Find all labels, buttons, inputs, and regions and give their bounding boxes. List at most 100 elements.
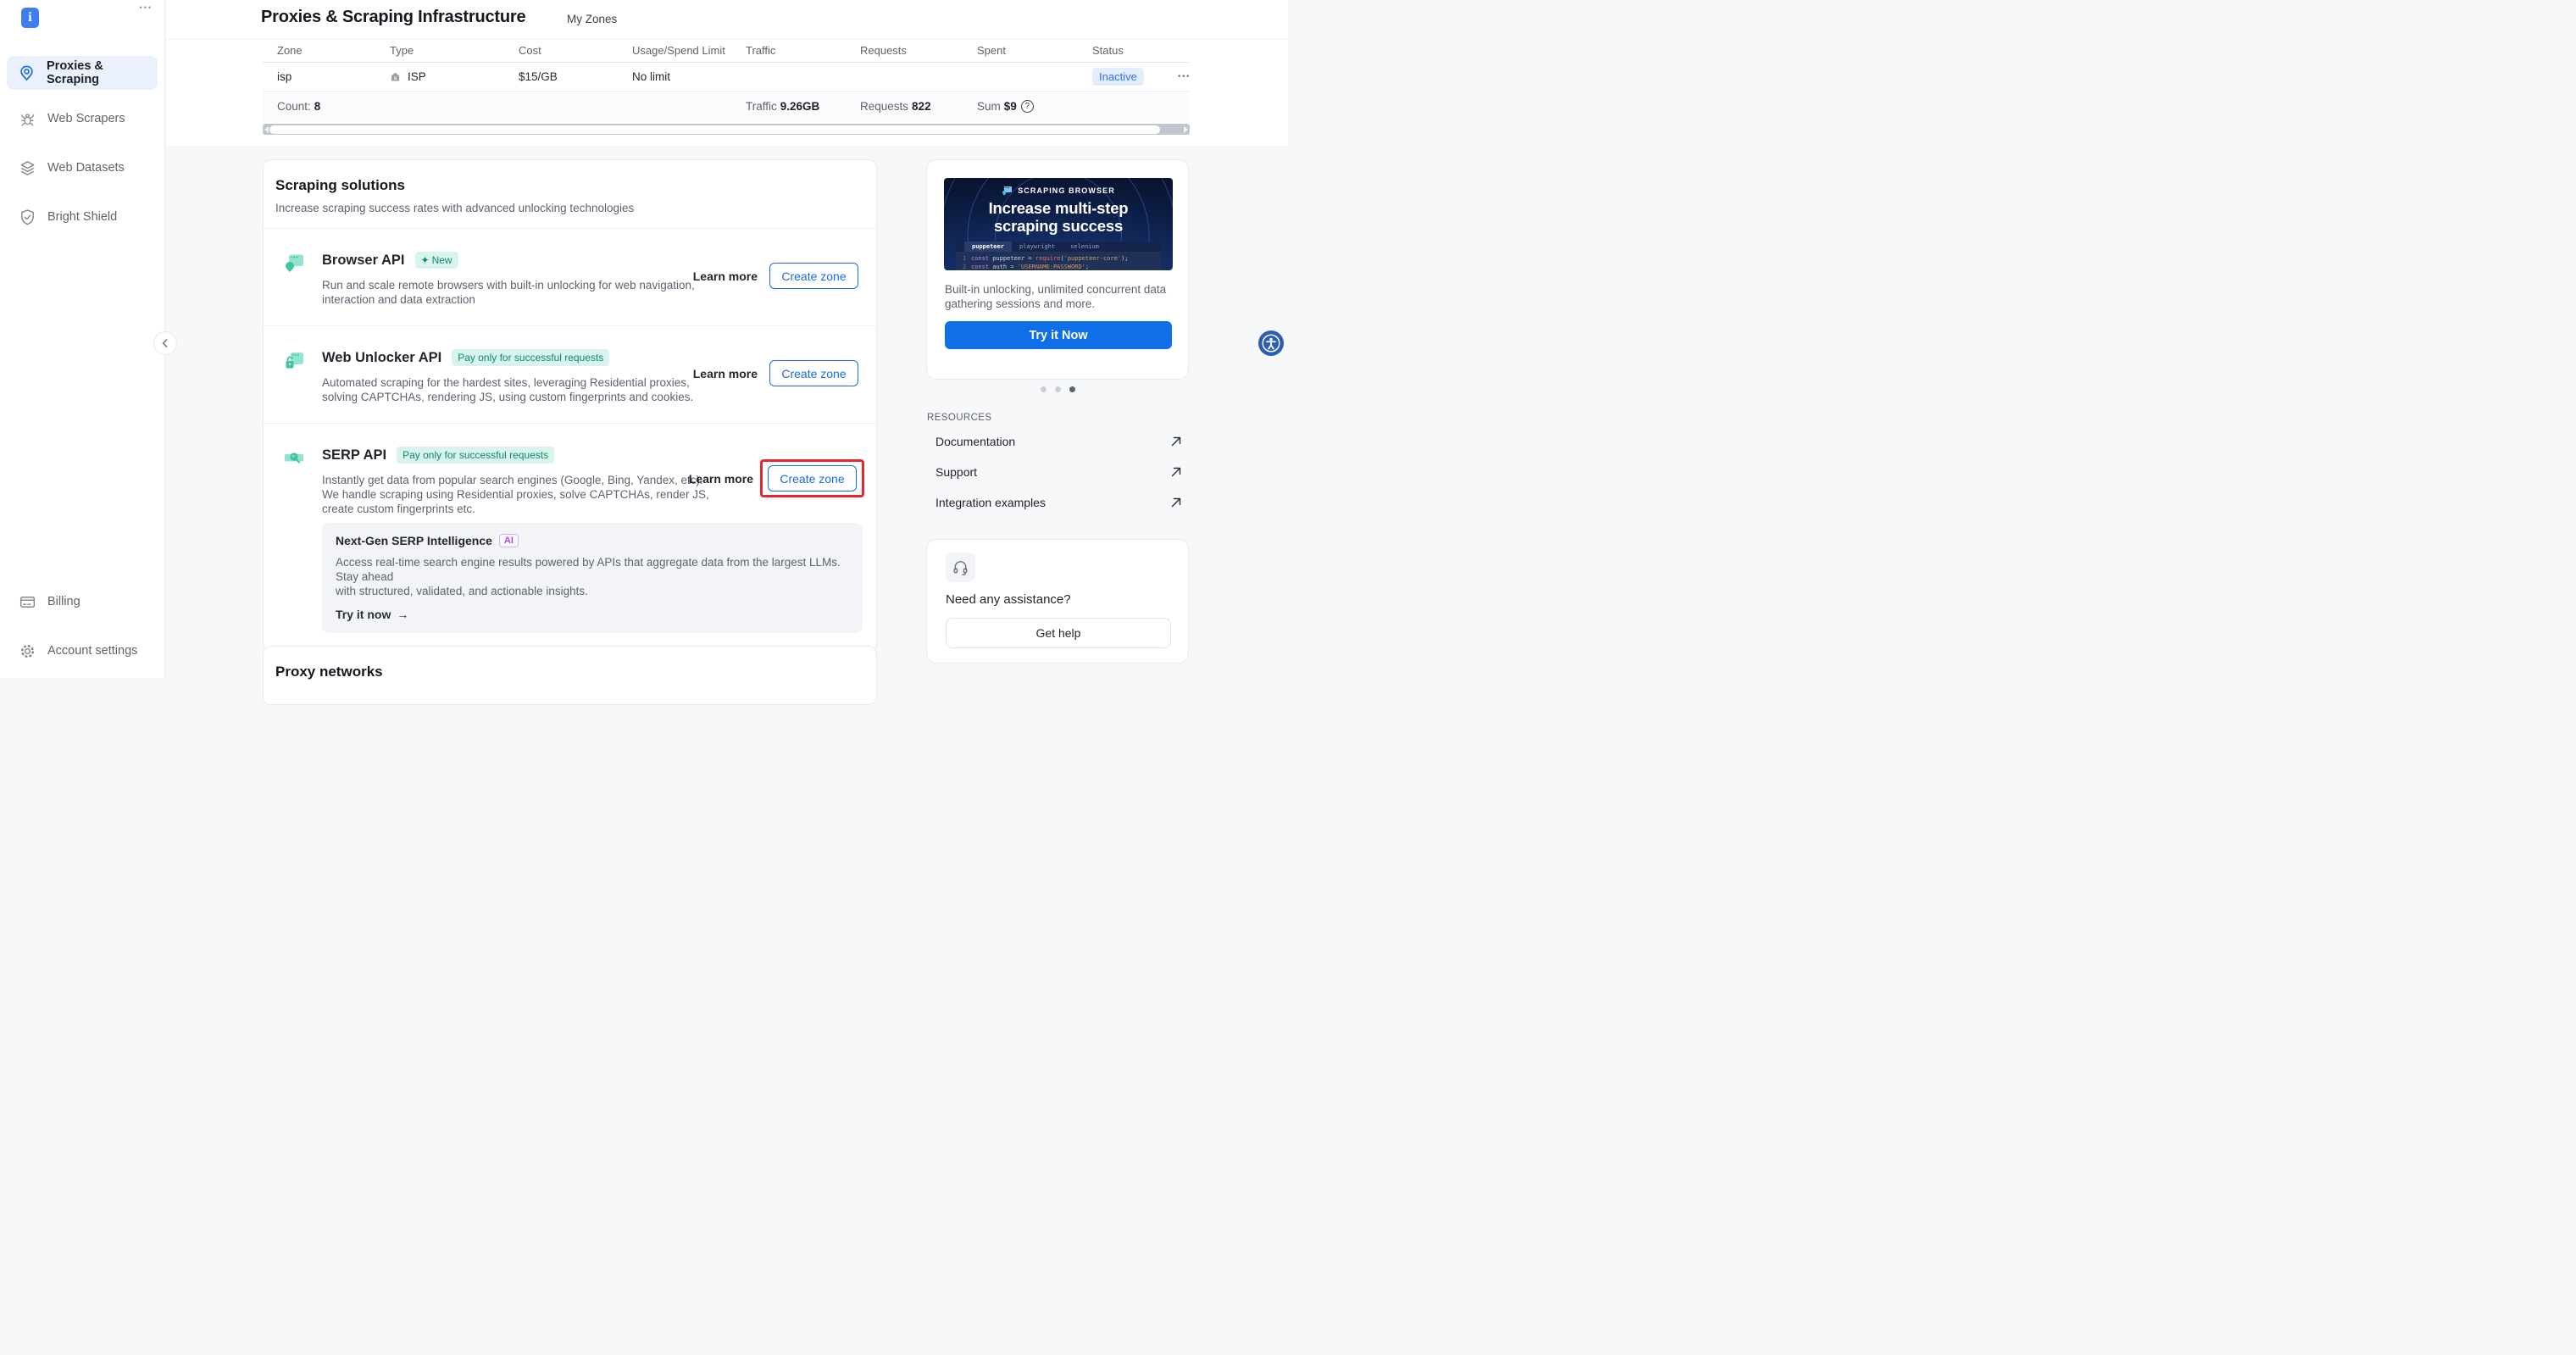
location-pin-icon — [18, 64, 36, 82]
scraping-browser-icon — [1002, 186, 1013, 196]
isp-house-icon: s — [390, 71, 401, 82]
learn-more-link[interactable]: Learn more — [689, 472, 753, 486]
sidebar-bottom-nav: Billing Account settings — [0, 585, 164, 668]
traffic-label: Traffic — [746, 100, 777, 113]
learn-more-link[interactable]: Learn more — [693, 367, 758, 380]
app-logo[interactable]: i — [21, 8, 39, 28]
carousel-dot-3-active[interactable] — [1069, 386, 1075, 392]
assistance-card: Need any assistance? Get help — [926, 539, 1189, 664]
zone-name[interactable]: isp — [277, 70, 390, 83]
sidebar-item-billing[interactable]: Billing — [7, 585, 158, 619]
sidebar-item-label: Proxies & Scraping — [47, 59, 103, 86]
web-unlocker-api-icon — [284, 350, 305, 371]
code-tab-puppeteer[interactable]: puppeteer — [964, 242, 1012, 252]
sidebar-collapse-button[interactable] — [153, 331, 177, 355]
solution-row-browser-api: Browser API ✦ New Run and scale remote br… — [264, 229, 876, 325]
page-title: Proxies & Scraping Infrastructure — [261, 8, 526, 26]
promo-banner-image[interactable]: SCRAPING BROWSER Increase multi-step scr… — [944, 178, 1173, 270]
count-label: Count: — [277, 100, 311, 113]
spider-icon — [18, 110, 36, 128]
browser-api-icon — [284, 253, 305, 274]
scrollbar-thumb[interactable] — [269, 125, 1160, 134]
product-title: Web Unlocker API — [322, 349, 442, 365]
requests-label: Requests — [860, 100, 909, 113]
resources-heading: RESOURCES — [927, 413, 992, 423]
code-tab-playwright[interactable]: playwright — [1012, 242, 1063, 252]
section-title: Proxy networks — [275, 664, 383, 680]
col-cost: Cost — [519, 44, 541, 57]
zones-table-header: Zone Type Cost Usage/Spend Limit Traffic… — [263, 39, 1190, 63]
sidebar-item-label: Web Datasets — [47, 161, 125, 175]
help-circle-icon[interactable]: ? — [1020, 100, 1034, 113]
gear-icon — [18, 642, 36, 660]
section-title: Scraping solutions — [275, 177, 406, 193]
learn-more-link[interactable]: Learn more — [693, 269, 758, 283]
product-title: Browser API — [322, 252, 405, 268]
carousel-dot-1[interactable] — [1040, 386, 1046, 392]
table-horizontal-scrollbar[interactable] — [263, 124, 1190, 135]
arrow-right-icon: → — [397, 608, 409, 621]
sidebar-item-account-settings[interactable]: Account settings — [7, 634, 158, 668]
sidebar-item-label: Web Scrapers — [47, 112, 125, 125]
traffic-value: 9.26GB — [780, 100, 820, 113]
sidebar-item-bright-shield[interactable]: Bright Shield — [7, 200, 158, 234]
ai-badge: AI — [498, 534, 519, 547]
shield-check-icon — [18, 208, 36, 226]
col-type: Type — [390, 44, 414, 57]
accessibility-person-icon — [1260, 332, 1282, 354]
code-line: 1 const puppeteer = require('puppeteer-co… — [963, 255, 1129, 262]
col-status: Status — [1092, 44, 1124, 57]
sum-label: Sum — [977, 100, 1001, 113]
col-traffic: Traffic — [746, 44, 776, 57]
sum-value: $9 — [1003, 100, 1017, 113]
resource-link-integration-examples[interactable]: Integration examples — [926, 491, 1189, 514]
row-menu-icon[interactable]: ••• — [1178, 72, 1194, 81]
zones-table-summary: Count: 8 Traffic 9.26GB Requests 822 Sum $9… — [263, 92, 1190, 121]
sidebar-item-label: Bright Shield — [47, 210, 118, 224]
scraping-solutions-card: Scraping solutions Increase scraping suc… — [263, 159, 877, 653]
credit-card-icon — [18, 593, 36, 611]
create-zone-button-serp-api[interactable]: Create zone — [768, 465, 857, 491]
sidebar-overflow-menu-icon[interactable]: ••• — [140, 3, 153, 12]
scroll-left-arrow-icon[interactable] — [264, 125, 269, 133]
resources-section: RESOURCES Documentation Support Integrat… — [926, 413, 1189, 514]
logo-letter: i — [28, 10, 32, 25]
solution-row-serp-api: SERP API Pay only for successful request… — [264, 423, 876, 652]
sidebar-item-web-scrapers[interactable]: Web Scrapers — [7, 102, 158, 136]
code-tab-selenium[interactable]: selenium — [1063, 242, 1107, 252]
new-badge: ✦ New — [414, 252, 458, 269]
create-zone-button-web-unlocker[interactable]: Create zone — [769, 360, 858, 386]
nextgen-description: Access real-time search engine results p… — [336, 556, 841, 597]
layers-icon — [18, 159, 36, 177]
try-it-now-button[interactable]: Try it Now — [945, 321, 1172, 349]
carousel-dot-2[interactable] — [1054, 386, 1061, 392]
sidebar-nav: Proxies & Scraping Web Scrapers Web Data… — [0, 56, 164, 249]
promo-carousel-card: SCRAPING BROWSER Increase multi-step scr… — [926, 159, 1189, 380]
sidebar-item-proxies-scraping[interactable]: Proxies & Scraping — [7, 56, 158, 90]
accessibility-button[interactable] — [1258, 330, 1284, 356]
pay-per-success-badge: Pay only for successful requests — [452, 349, 610, 366]
create-zone-button-browser-api[interactable]: Create zone — [769, 263, 858, 289]
sidebar-item-web-datasets[interactable]: Web Datasets — [7, 151, 158, 185]
promo-code-panel: puppeteer playwright selenium 1 const pup… — [956, 242, 1161, 270]
col-zone: Zone — [277, 44, 303, 57]
resource-link-support[interactable]: Support — [926, 460, 1189, 484]
requests-value: 822 — [912, 100, 931, 113]
product-title: SERP API — [322, 447, 387, 463]
resource-link-documentation[interactable]: Documentation — [926, 430, 1189, 453]
pay-per-success-badge: Pay only for successful requests — [397, 447, 555, 464]
external-link-arrow-icon — [1171, 497, 1181, 508]
table-row[interactable]: isp s ISP $15/GB No limit Inactive ••• — [263, 63, 1190, 92]
main-content: Proxies & Scraping Infrastructure My Zon… — [166, 0, 1288, 705]
try-it-now-link[interactable]: Try it now → — [336, 608, 408, 621]
get-help-button[interactable]: Get help — [946, 618, 1171, 648]
col-spent: Spent — [977, 44, 1006, 57]
count-value: 8 — [314, 100, 321, 113]
section-subtitle: Increase scraping success rates with adv… — [275, 202, 635, 214]
zone-limit: No limit — [632, 70, 671, 83]
page-subtitle: My Zones — [567, 13, 618, 25]
highlight-ring: Create zone — [760, 459, 864, 497]
status-badge[interactable]: Inactive — [1092, 68, 1144, 86]
scroll-right-arrow-icon[interactable] — [1184, 125, 1188, 133]
code-line: 2 const auth = 'USERNAME:PASSWORD'; — [963, 264, 1090, 270]
